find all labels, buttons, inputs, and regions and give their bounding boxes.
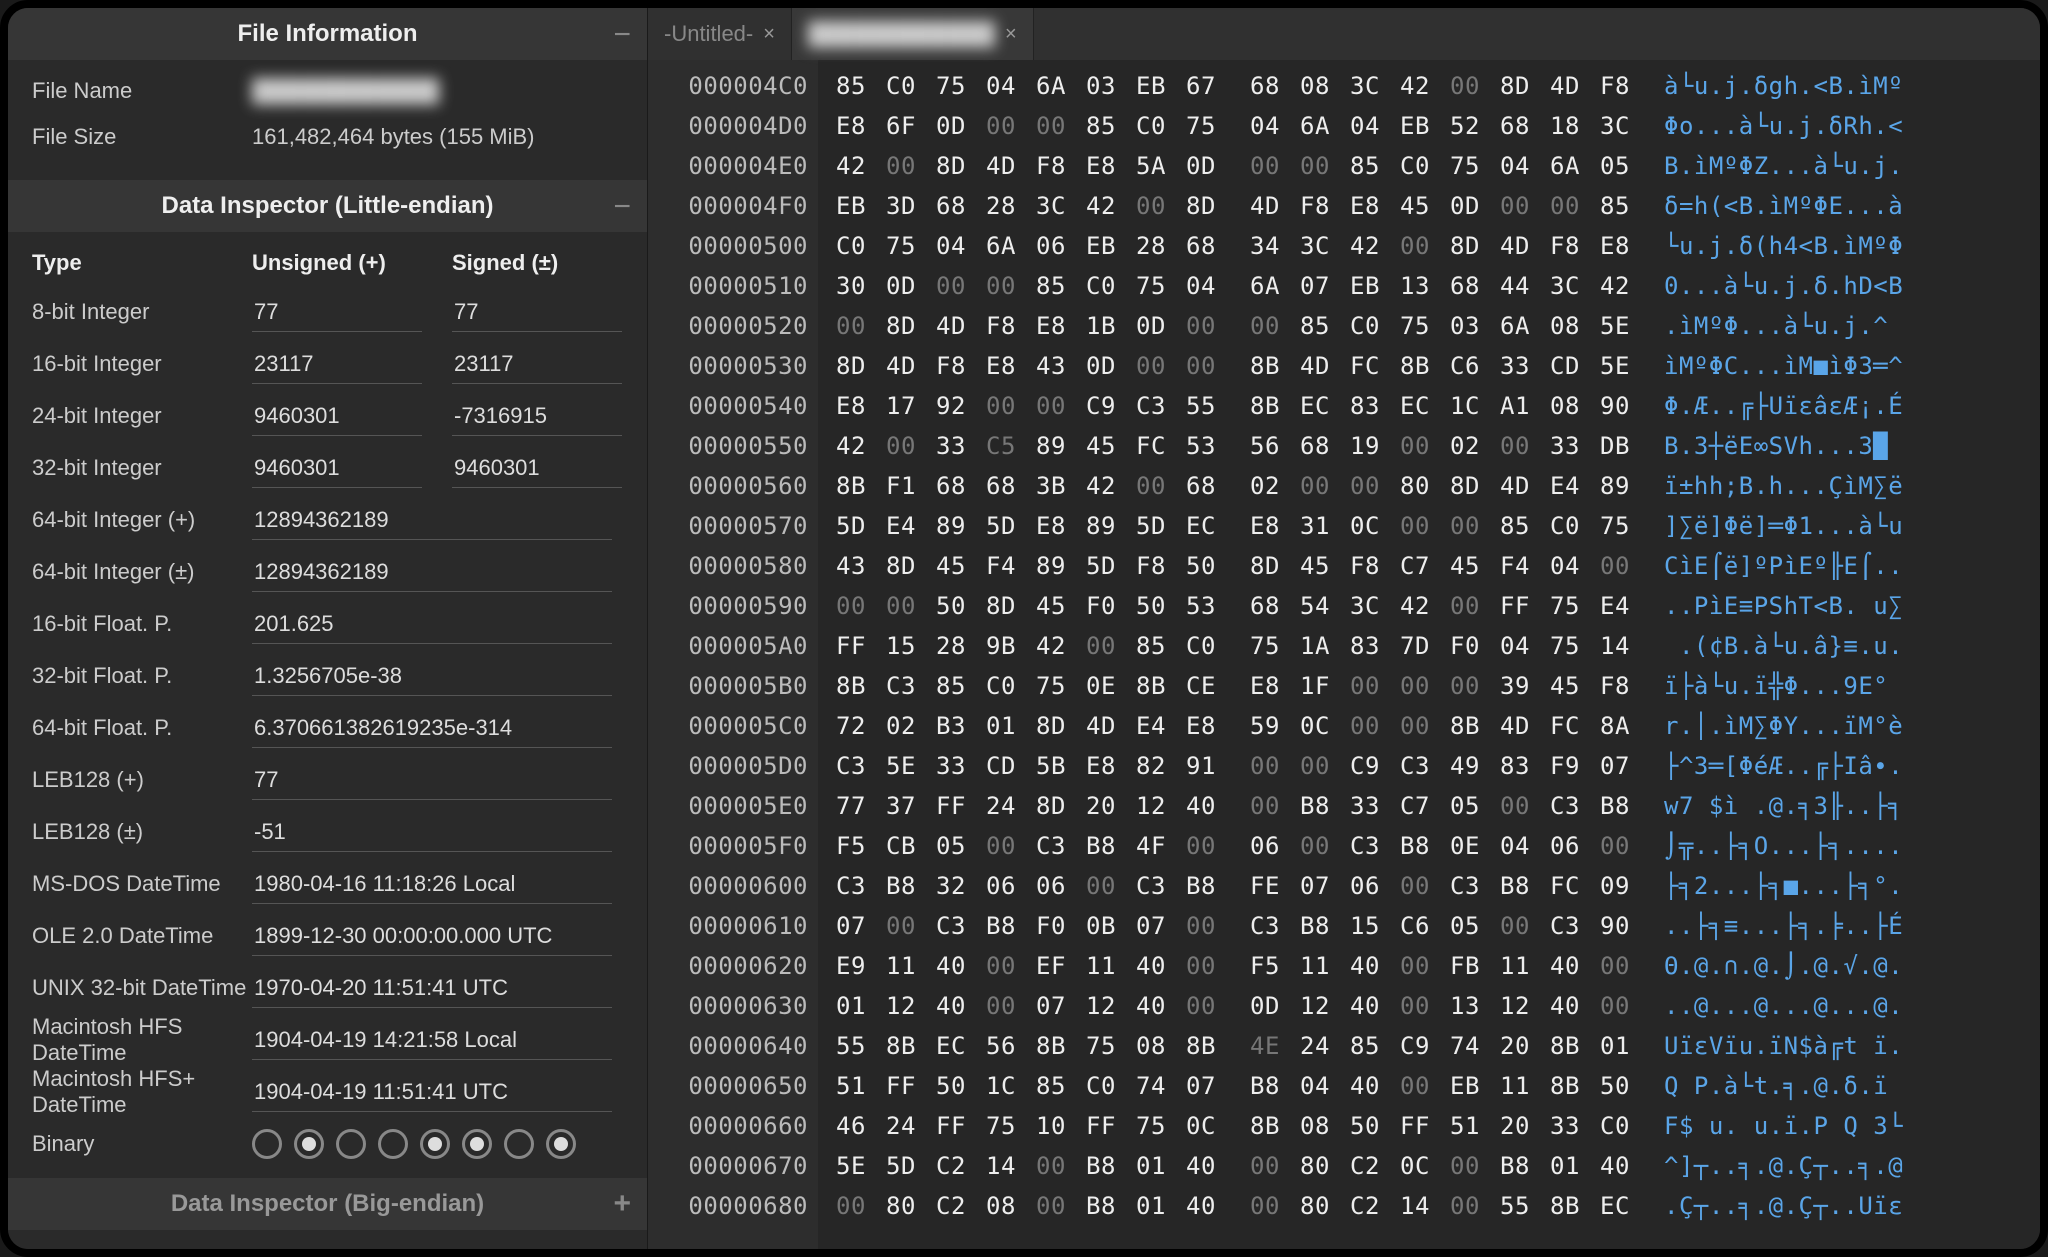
type-label: OLE 2.0 DateTime <box>32 923 252 949</box>
tab-label: -Untitled- <box>664 21 753 47</box>
value[interactable]: 1.3256705e-38 <box>252 657 612 696</box>
type-label: LEB128 (+) <box>32 767 252 793</box>
inspector-row: LEB128 (+) 77 <box>8 754 647 806</box>
tab-active[interactable]: ████████████ × <box>792 8 1034 60</box>
type-label: 8-bit Integer <box>32 299 252 325</box>
file-size-label: File Size <box>32 124 252 150</box>
file-name-label: File Name <box>32 78 252 104</box>
bit-radio[interactable] <box>420 1129 450 1159</box>
inspector-row: OLE 2.0 DateTime 1899-12-30 00:00:00.000… <box>8 910 647 962</box>
inspector-row: MS-DOS DateTime 1980-04-16 11:18:26 Loca… <box>8 858 647 910</box>
inspector-row: 64-bit Integer (+) 12894362189 <box>8 494 647 546</box>
signed-value[interactable]: -7316915 <box>452 397 622 436</box>
col-signed: Signed (±) <box>452 250 622 276</box>
inspector-row: 16-bit Integer 23117 23117 <box>8 338 647 390</box>
type-label: LEB128 (±) <box>32 819 252 845</box>
value[interactable]: 1904-04-19 14:21:58 Local <box>252 1021 612 1060</box>
value[interactable]: 201.625 <box>252 605 612 644</box>
hex-bytes[interactable]: 85C075046A03EB6768083C42008D4DF8E86F0D00… <box>818 60 1648 1249</box>
inspector-row: UNIX 32-bit DateTime 1970-04-20 11:51:41… <box>8 962 647 1014</box>
signed-value[interactable]: 23117 <box>452 345 622 384</box>
inspector-row: 32-bit Float. P. 1.3256705e-38 <box>8 650 647 702</box>
type-label: 16-bit Float. P. <box>32 611 252 637</box>
close-icon[interactable]: × <box>763 23 775 46</box>
col-type: Type <box>32 250 252 276</box>
type-label: 64-bit Integer (+) <box>32 507 252 533</box>
binary-label: Binary <box>32 1131 252 1157</box>
type-label: 24-bit Integer <box>32 403 252 429</box>
bit-radio[interactable] <box>546 1129 576 1159</box>
inspector-be-header[interactable]: Data Inspector (Big-endian) + <box>8 1178 647 1230</box>
inspector-row: 16-bit Float. P. 201.625 <box>8 598 647 650</box>
hex-offsets: 000004C0000004D0000004E0000004F000000500… <box>648 60 818 1249</box>
value[interactable]: 12894362189 <box>252 553 612 592</box>
bit-radio[interactable] <box>462 1129 492 1159</box>
file-info-title: File Information <box>238 20 418 48</box>
type-label: 64-bit Integer (±) <box>32 559 252 585</box>
value[interactable]: 1904-04-19 11:51:41 UTC <box>252 1073 612 1112</box>
type-label: UNIX 32-bit DateTime <box>32 975 252 1001</box>
bit-radio[interactable] <box>378 1129 408 1159</box>
file-info-body: File Name ████████████ File Size 161,482… <box>8 60 647 180</box>
value[interactable]: 77 <box>252 761 612 800</box>
type-label: Macintosh HFS DateTime <box>32 1014 252 1066</box>
row-binary: Binary <box>8 1118 647 1170</box>
file-name-value: ████████████ <box>252 78 623 104</box>
type-label: 32-bit Float. P. <box>32 663 252 689</box>
signed-value[interactable]: 77 <box>452 293 622 332</box>
inspector-le-header[interactable]: Data Inspector (Little-endian) − <box>8 180 647 232</box>
inspector-columns: Type Unsigned (+) Signed (±) <box>8 232 647 286</box>
inspector-le-title: Data Inspector (Little-endian) <box>161 192 493 220</box>
close-icon[interactable]: × <box>1005 23 1017 46</box>
value[interactable]: 6.370661382619235e-314 <box>252 709 612 748</box>
unsigned-value[interactable]: 23117 <box>252 345 422 384</box>
file-size-value: 161,482,464 bytes (155 MiB) <box>252 124 623 150</box>
file-info-header[interactable]: File Information − <box>8 8 647 60</box>
inspector-row: LEB128 (±) -51 <box>8 806 647 858</box>
bit-radio[interactable] <box>252 1129 282 1159</box>
plus-icon[interactable]: + <box>613 1187 631 1221</box>
bit-radio[interactable] <box>294 1129 324 1159</box>
minus-icon[interactable]: − <box>613 199 631 214</box>
tab-label: ████████████ <box>808 21 995 47</box>
hex-ascii[interactable]: à└u.j.δgh.<B.ìMºΦo...à└u.j.δRh.<B.ìMºΦZ.… <box>1648 60 2048 1249</box>
unsigned-value[interactable]: 9460301 <box>252 449 422 488</box>
value[interactable]: 1899-12-30 00:00:00.000 UTC <box>252 917 612 956</box>
type-label: 32-bit Integer <box>32 455 252 481</box>
inspector-row: Macintosh HFS DateTime 1904-04-19 14:21:… <box>8 1014 647 1066</box>
value[interactable]: 1980-04-16 11:18:26 Local <box>252 865 612 904</box>
inspector-row: Macintosh HFS+ DateTime 1904-04-19 11:51… <box>8 1066 647 1118</box>
inspector-row: 64-bit Integer (±) 12894362189 <box>8 546 647 598</box>
unsigned-value[interactable]: 9460301 <box>252 397 422 436</box>
inspector-row: 32-bit Integer 9460301 9460301 <box>8 442 647 494</box>
type-label: 16-bit Integer <box>32 351 252 377</box>
col-unsigned: Unsigned (+) <box>252 250 452 276</box>
bit-radio[interactable] <box>504 1129 534 1159</box>
tab-bar: -Untitled- × ████████████ × <box>648 8 2048 60</box>
inspector-row: 8-bit Integer 77 77 <box>8 286 647 338</box>
type-label: 64-bit Float. P. <box>32 715 252 741</box>
inspector-row: 24-bit Integer 9460301 -7316915 <box>8 390 647 442</box>
signed-value[interactable]: 9460301 <box>452 449 622 488</box>
hex-editor[interactable]: 000004C0000004D0000004E0000004F000000500… <box>648 60 2048 1249</box>
value[interactable]: 12894362189 <box>252 501 612 540</box>
minus-icon[interactable]: − <box>613 27 631 42</box>
value[interactable]: 1970-04-20 11:51:41 UTC <box>252 969 612 1008</box>
unsigned-value[interactable]: 77 <box>252 293 422 332</box>
inspector-be-title: Data Inspector (Big-endian) <box>171 1190 484 1218</box>
value[interactable]: -51 <box>252 813 612 852</box>
type-label: MS-DOS DateTime <box>32 871 252 897</box>
inspector-row: 64-bit Float. P. 6.370661382619235e-314 <box>8 702 647 754</box>
type-label: Macintosh HFS+ DateTime <box>32 1066 252 1118</box>
bit-radio[interactable] <box>336 1129 366 1159</box>
tab-untitled[interactable]: -Untitled- × <box>648 8 792 60</box>
